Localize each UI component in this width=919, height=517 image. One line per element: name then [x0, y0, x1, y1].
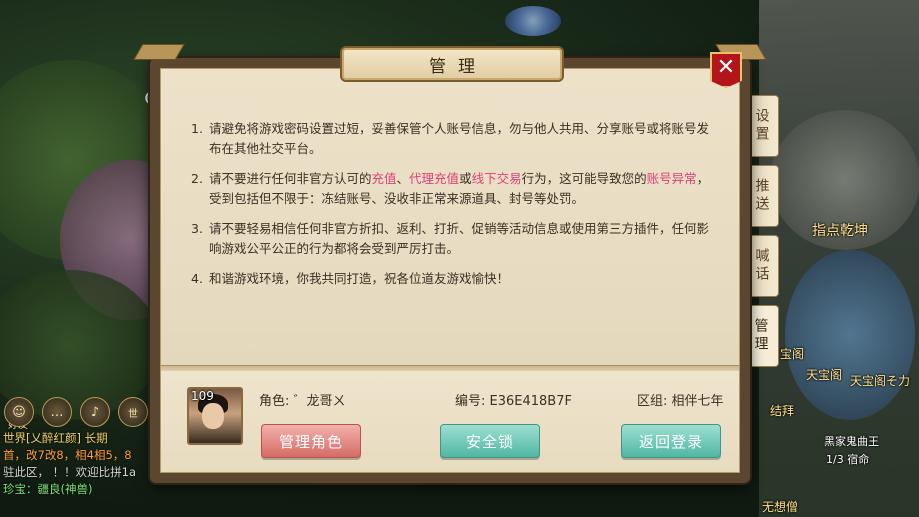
- tab-label: 设置: [753, 108, 770, 144]
- rule-text-segment: 或: [459, 171, 472, 186]
- tianbaoge-label-2[interactable]: 天宝阁そ力: [850, 372, 910, 389]
- tab-label: 喊话: [753, 248, 770, 284]
- rule-item: 4. 和谐游戏环境，你我共同打造，祝各位道友游戏愉快！: [191, 269, 711, 289]
- baoge-label: 宝阁: [780, 347, 805, 361]
- rule-number: 3.: [191, 221, 203, 236]
- rule-number: 1.: [191, 121, 203, 136]
- close-icon: ✕: [716, 54, 736, 80]
- wuxiangseng-label: 无想僧: [762, 500, 799, 514]
- chat-bubble-icon[interactable]: …: [42, 397, 72, 427]
- rule-item: 1. 请避免将游戏密码设置过短，妥善保管个人账号信息，勿与他人共用、分享账号或将账…: [191, 119, 711, 159]
- teleport-orb: [505, 6, 561, 36]
- manage-dialog: 1. 请避免将游戏密码设置过短，妥善保管个人账号信息，勿与他人共用、分享账号或将账…: [133, 44, 767, 483]
- tianbaoge-label[interactable]: 天宝阁: [806, 366, 842, 383]
- rule-number: 4.: [191, 271, 203, 286]
- chat-toolbar: ☺ … ♪ 世: [4, 397, 148, 427]
- tab-label: 管理: [752, 318, 769, 354]
- dialog-body: 1. 请避免将游戏密码设置过短，妥善保管个人账号信息，勿与他人共用、分享账号或将账…: [160, 68, 740, 473]
- world-channel-label: 世: [128, 408, 138, 420]
- npc-group: [785, 250, 915, 420]
- rules-list: 1. 请避免将游戏密码设置过短，妥善保管个人账号信息，勿与他人共用、分享账号或将账…: [191, 119, 711, 299]
- manage-role-button[interactable]: 管理角色: [261, 424, 361, 458]
- rule-item: 2. 请不要进行任何非官方认可的充值、代理充值或线下交易行为，这可能导致您的账号异…: [191, 169, 711, 209]
- rule-text-segment: 、: [396, 171, 410, 186]
- highlighted-term: 账号异常: [646, 171, 697, 186]
- chat-line: 珍宝：疆良(神兽): [3, 482, 93, 496]
- npc-title: 1/3 宿命: [826, 453, 870, 466]
- account-id: 编号: E36E418B7F: [455, 394, 572, 409]
- microphone-icon-2[interactable]: 世: [118, 397, 148, 427]
- rule-text-segment: 请避免将游戏密码设置过短，妥善保管个人账号信息，勿与他人共用、分享账号或将账号发…: [209, 121, 710, 156]
- security-lock-button[interactable]: 安全锁: [440, 424, 540, 458]
- rule-text-segment: 行为，这可能导致您的: [521, 171, 647, 186]
- avatar-face: [202, 403, 224, 429]
- dialog-title-plaque: 管理: [340, 46, 564, 82]
- npc-name: 黑家鬼曲王: [824, 435, 879, 448]
- close-button[interactable]: ✕: [710, 52, 742, 88]
- avatar[interactable]: 109: [187, 387, 243, 445]
- rule-text: 请不要轻易相信任何非官方折扣、返利、打折、促销等活动信息或使用第三方插件，任何影…: [205, 219, 711, 259]
- level-badge: 109: [191, 389, 214, 403]
- role-name: 角色: ゛龙哥ㄨ: [259, 394, 346, 409]
- rule-text-segment: 请不要进行任何非官方认可的: [209, 171, 372, 186]
- dialog-title: 管理: [429, 56, 487, 77]
- server-zone: 区组: 相伴七年: [637, 394, 724, 409]
- rule-text-segment: 请不要轻易相信任何非官方折扣、返利、打折、促销等活动信息或使用第三方插件，任何影…: [209, 221, 710, 256]
- rule-item: 3. 请不要轻易相信任何非官方折扣、返利、打折、促销等活动信息或使用第三方插件，任…: [191, 219, 711, 259]
- corner-ornament: [133, 44, 185, 60]
- rule-number: 2.: [191, 171, 203, 186]
- rule-text: 请避免将游戏密码设置过短，妥善保管个人账号信息，勿与他人共用、分享账号或将账号发…: [205, 119, 711, 159]
- highlighted-term: 充值: [371, 171, 397, 186]
- tab-label: 推送: [753, 178, 770, 214]
- microphone-icon[interactable]: ♪: [80, 397, 110, 427]
- highlighted-term: 线下交易: [471, 171, 522, 186]
- rule-text: 和谐游戏环境，你我共同打造，祝各位道友游戏愉快！: [205, 269, 509, 289]
- zhidian-sign: 指点乾坤: [812, 223, 868, 239]
- friends-icon[interactable]: ☺: [4, 397, 34, 427]
- rule-text: 请不要进行任何非官方认可的充值、代理充值或线下交易行为，这可能导致您的账号异常，…: [205, 169, 711, 209]
- rule-text-segment: 和谐游戏环境，你我共同打造，祝各位道友游戏愉快！: [209, 271, 510, 286]
- highlighted-term: 代理充值: [409, 171, 460, 186]
- back-to-login-button[interactable]: 返回登录: [621, 424, 721, 458]
- jiebai-label[interactable]: 结拜: [770, 402, 794, 419]
